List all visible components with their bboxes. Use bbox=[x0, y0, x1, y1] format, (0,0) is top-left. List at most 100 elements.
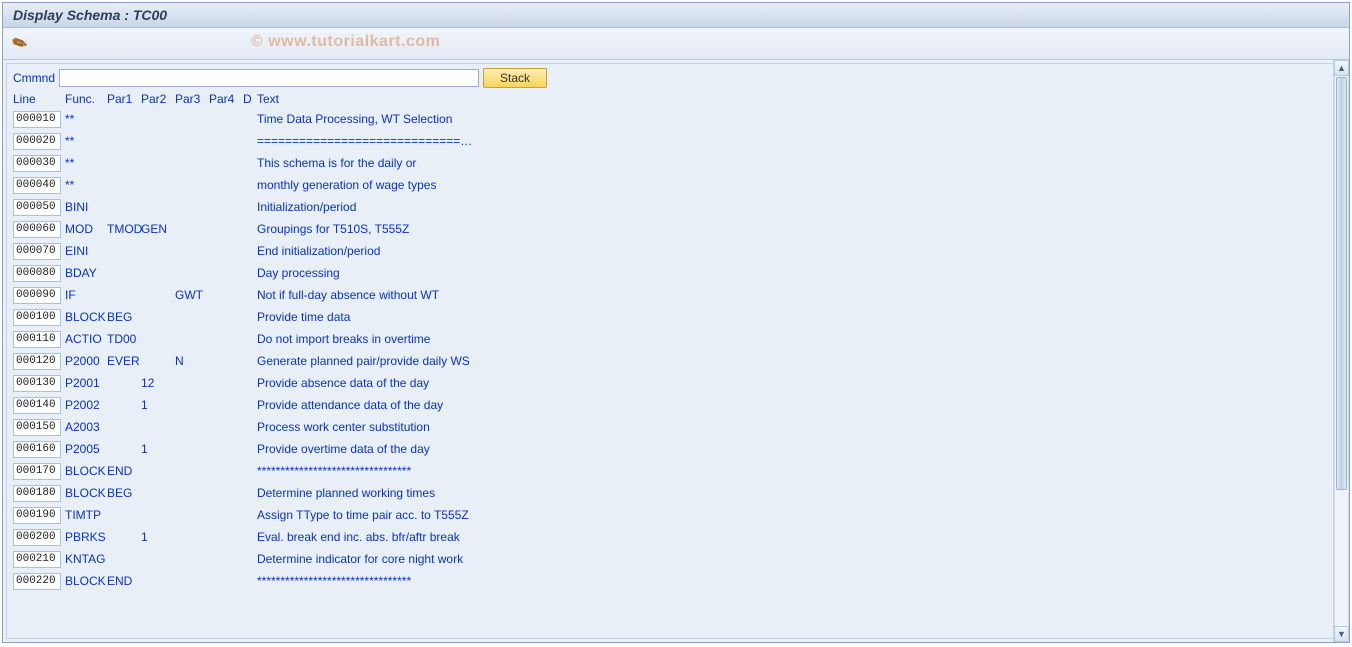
line-number-input[interactable] bbox=[13, 243, 61, 260]
cell-par1: END bbox=[107, 464, 132, 478]
cell-par3: GWT bbox=[175, 288, 203, 302]
line-number-input[interactable] bbox=[13, 551, 61, 568]
cell-par2: 1 bbox=[141, 442, 148, 456]
cell-text: Groupings for T510S, T555Z bbox=[257, 222, 409, 236]
command-input[interactable] bbox=[59, 69, 479, 87]
stack-button[interactable]: Stack bbox=[483, 68, 547, 88]
content-area: Cmmnd Stack Line Func. Par1 Par2 Par3 Pa… bbox=[3, 60, 1349, 642]
cell-text: Eval. break end inc. abs. bfr/aftr break bbox=[257, 530, 460, 544]
header-par1: Par1 bbox=[107, 92, 132, 106]
line-number-input[interactable] bbox=[13, 397, 61, 414]
cell-text: Provide time data bbox=[257, 310, 350, 324]
table-row: BLOCKBEG Provide time data bbox=[7, 306, 1345, 328]
table-row: **=============================… bbox=[7, 130, 1345, 152]
cell-func: KNTAG bbox=[65, 552, 105, 566]
cell-par2: GEN bbox=[141, 222, 167, 236]
cell-text: Process work center substitution bbox=[257, 420, 430, 434]
cell-func: TIMTP bbox=[65, 508, 101, 522]
window-title: Display Schema : TC00 bbox=[13, 7, 167, 23]
cell-text: Provide absence data of the day bbox=[257, 376, 429, 390]
cell-text: Not if full-day absence without WT bbox=[257, 288, 439, 302]
table-row: TIMTPAssign TType to time pair acc. to T… bbox=[7, 504, 1345, 526]
cell-text: ********************************* bbox=[257, 574, 411, 588]
cell-text: This schema is for the daily or bbox=[257, 156, 416, 170]
cell-text: Provide attendance data of the day bbox=[257, 398, 443, 412]
command-row: Cmmnd Stack bbox=[7, 64, 1345, 90]
header-text: Text bbox=[257, 92, 279, 106]
cell-text: End initialization/period bbox=[257, 244, 380, 258]
line-number-input[interactable] bbox=[13, 507, 61, 524]
cell-func: P2000 bbox=[65, 354, 100, 368]
cell-func: A2003 bbox=[65, 420, 100, 434]
table-row: KNTAG Determine indicator for core night … bbox=[7, 548, 1345, 570]
line-number-input[interactable] bbox=[13, 353, 61, 370]
cell-text: Determine indicator for core night work bbox=[257, 552, 463, 566]
table-row: P200112Provide absence data of the day bbox=[7, 372, 1345, 394]
cell-text: Initialization/period bbox=[257, 200, 356, 214]
window: Display Schema : TC00 ✎ © www.tutorialka… bbox=[2, 2, 1350, 643]
watermark-text: © www.tutorialkart.com bbox=[251, 33, 440, 51]
cell-text: Do not import breaks in overtime bbox=[257, 332, 430, 346]
cell-text: monthly generation of wage types bbox=[257, 178, 436, 192]
table-row: BDAYDay processing bbox=[7, 262, 1345, 284]
table-row: ** monthly generation of wage types bbox=[7, 174, 1345, 196]
table-row: PBRKS 1 Eval. break end inc. abs. bfr/aftr… bbox=[7, 526, 1345, 548]
line-number-input[interactable] bbox=[13, 309, 61, 326]
cell-text: Provide overtime data of the day bbox=[257, 442, 430, 456]
scroll-grip[interactable] bbox=[1336, 77, 1347, 490]
header-d: D bbox=[243, 92, 252, 106]
toolbar: ✎ © www.tutorialkart.com bbox=[3, 28, 1349, 60]
cell-par1: BEG bbox=[107, 310, 132, 324]
line-number-input[interactable] bbox=[13, 485, 61, 502]
cell-func: BLOCK bbox=[65, 464, 106, 478]
line-number-input[interactable] bbox=[13, 529, 61, 546]
scroll-track[interactable] bbox=[1334, 76, 1349, 626]
cell-text: Day processing bbox=[257, 266, 340, 280]
edit-icon[interactable]: ✎ bbox=[8, 30, 32, 57]
cell-func: PBRKS bbox=[65, 530, 106, 544]
cell-par1: TD00 bbox=[107, 332, 136, 346]
cell-func: ** bbox=[65, 178, 74, 192]
cell-func: P2005 bbox=[65, 442, 100, 456]
vertical-scrollbar[interactable]: ▲ ▼ bbox=[1333, 60, 1349, 642]
line-number-input[interactable] bbox=[13, 111, 61, 128]
cell-func: BINI bbox=[65, 200, 88, 214]
cell-par1: END bbox=[107, 574, 132, 588]
line-number-input[interactable] bbox=[13, 463, 61, 480]
cell-func: EINI bbox=[65, 244, 88, 258]
table-row: P2002 1 Provide attendance data of the day bbox=[7, 394, 1345, 416]
line-number-input[interactable] bbox=[13, 419, 61, 436]
line-number-input[interactable] bbox=[13, 177, 61, 194]
table-row: **Time Data Processing, WT Selection bbox=[7, 108, 1345, 130]
header-func: Func. bbox=[65, 92, 95, 106]
table-row: BINI Initialization/period bbox=[7, 196, 1345, 218]
table-row: BLOCKEND********************************… bbox=[7, 570, 1345, 592]
scroll-up-icon[interactable]: ▲ bbox=[1334, 60, 1349, 76]
line-number-input[interactable] bbox=[13, 155, 61, 172]
line-number-input[interactable] bbox=[13, 287, 61, 304]
line-number-input[interactable] bbox=[13, 199, 61, 216]
command-label: Cmmnd bbox=[13, 71, 55, 85]
cell-par1: EVER bbox=[107, 354, 140, 368]
table-row: P2000EVERNGenerate planned pair/provide … bbox=[7, 350, 1345, 372]
cell-text: Time Data Processing, WT Selection bbox=[257, 112, 452, 126]
table-row: EINI End initialization/period bbox=[7, 240, 1345, 262]
cell-par2: 1 bbox=[141, 398, 148, 412]
cell-par2: 1 bbox=[141, 530, 148, 544]
line-number-input[interactable] bbox=[13, 375, 61, 392]
cell-par1: BEG bbox=[107, 486, 132, 500]
cell-func: ** bbox=[65, 156, 74, 170]
cell-func: BLOCK bbox=[65, 310, 106, 324]
table-row: P2005 1 Provide overtime data of the day bbox=[7, 438, 1345, 460]
line-number-input[interactable] bbox=[13, 133, 61, 150]
table-row: A2003 Process work center substitution bbox=[7, 416, 1345, 438]
line-number-input[interactable] bbox=[13, 221, 61, 238]
scroll-down-icon[interactable]: ▼ bbox=[1334, 626, 1349, 642]
line-number-input[interactable] bbox=[13, 441, 61, 458]
line-number-input[interactable] bbox=[13, 331, 61, 348]
cell-func: MOD bbox=[65, 222, 93, 236]
line-number-input[interactable] bbox=[13, 265, 61, 282]
cell-func: P2002 bbox=[65, 398, 100, 412]
title-bar: Display Schema : TC00 bbox=[3, 3, 1349, 28]
line-number-input[interactable] bbox=[13, 573, 61, 590]
